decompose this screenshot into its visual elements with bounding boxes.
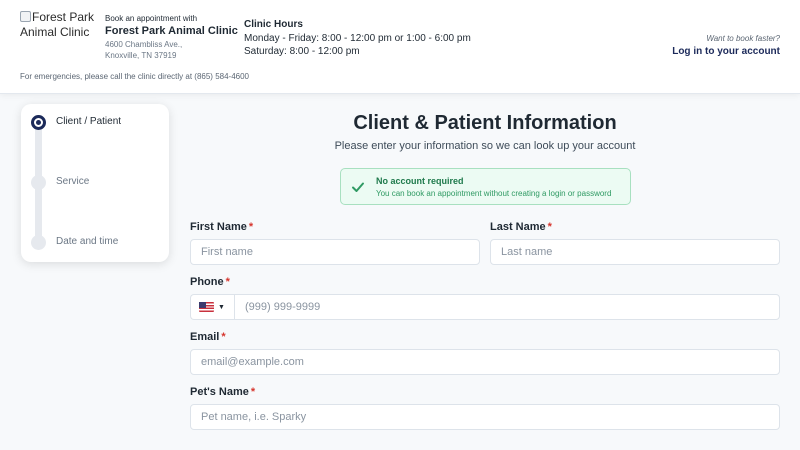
pet-name-input[interactable] [190, 404, 780, 430]
required-asterisk: * [225, 276, 230, 288]
clinic-address-line2: Knoxville, TN 37919 [105, 51, 177, 60]
check-icon [352, 182, 364, 192]
clinic-hours-title: Clinic Hours [244, 19, 303, 30]
clinic-hours-weekday: Monday - Friday: 8:00 - 12:00 pm or 1:00… [244, 33, 471, 44]
last-name-label: Last Name * [490, 221, 552, 233]
step-indicator-client-patient [31, 115, 46, 130]
step-indicator-date-time [31, 235, 46, 250]
required-asterisk: * [248, 221, 254, 233]
email-input[interactable] [190, 349, 780, 375]
required-asterisk: * [250, 386, 256, 398]
notice-title: No account required [376, 176, 464, 186]
phone-input[interactable] [234, 294, 780, 320]
clinic-name: Forest Park Animal Clinic [105, 25, 238, 37]
pet-name-label: Pet's Name * [190, 386, 255, 398]
logo-alt-text: Forest Park Animal Clinic [20, 10, 95, 39]
booking-stepper: Client / Patient Service Date and time [21, 104, 169, 262]
required-asterisk: * [221, 331, 226, 343]
first-name-label-text: First Name [190, 221, 247, 233]
page-title: Client & Patient Information [353, 112, 617, 134]
notice-text: You can book an appointment without crea… [376, 189, 612, 198]
email-label: Email * [190, 331, 226, 343]
broken-image-icon [20, 11, 31, 22]
step-label-service: Service [56, 176, 90, 187]
first-name-input[interactable] [190, 239, 480, 265]
phone-country-selector[interactable]: ▼ [190, 294, 234, 320]
phone-label: Phone * [190, 276, 230, 288]
email-label-text: Email [190, 331, 220, 343]
required-asterisk: * [547, 221, 552, 233]
us-flag-icon [199, 302, 214, 312]
clinic-address-line1: 4600 Chambliss Ave., [105, 40, 183, 49]
phone-label-text: Phone [190, 276, 224, 288]
book-faster-prompt: Want to book faster? [706, 34, 780, 43]
chevron-down-icon: ▼ [218, 303, 225, 311]
step-label-client-patient: Client / Patient [56, 116, 122, 127]
first-name-label: First Name * [190, 221, 253, 233]
last-name-label-text: Last Name [490, 221, 546, 233]
clinic-hours-saturday: Saturday: 8:00 - 12:00 pm [244, 46, 360, 57]
login-link[interactable]: Log in to your account [672, 46, 780, 57]
pet-name-label-text: Pet's Name [190, 386, 249, 398]
clinic-logo-broken-image: Forest Park Animal Clinic [20, 10, 98, 40]
step-indicator-service [31, 175, 46, 190]
step-label-date-time: Date and time [56, 236, 119, 247]
no-account-notice: No account required You can book an appo… [340, 168, 631, 205]
emergency-notice: For emergencies, please call the clinic … [20, 72, 250, 81]
page-subtitle: Please enter your information so we can … [334, 140, 636, 152]
book-with-label: Book an appointment with [105, 14, 198, 23]
last-name-input[interactable] [490, 239, 780, 265]
site-header: Forest Park Animal Clinic Book an appoin… [0, 0, 800, 94]
